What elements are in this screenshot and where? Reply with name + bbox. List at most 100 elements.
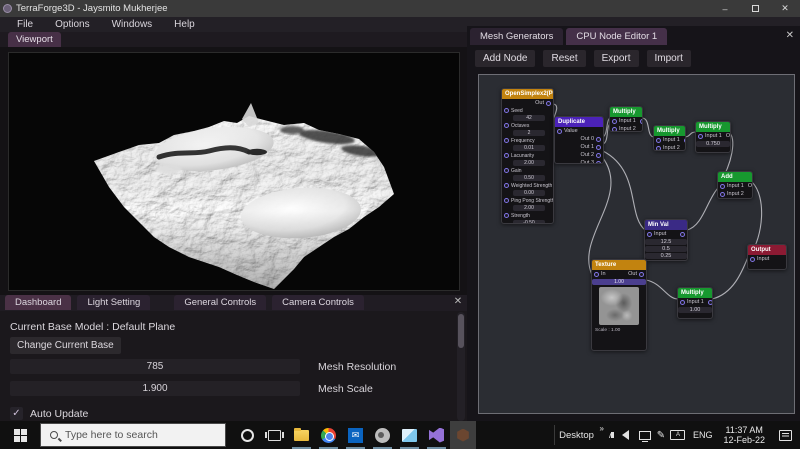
import-button[interactable]: Import bbox=[646, 50, 691, 67]
mail-button[interactable]: ✉ bbox=[342, 421, 369, 449]
chrome-button[interactable] bbox=[315, 421, 342, 449]
dashboard-close-icon[interactable]: ✕ bbox=[451, 296, 465, 307]
output-pin[interactable] bbox=[546, 100, 551, 106]
output-pin[interactable] bbox=[596, 152, 601, 158]
desktop-toolbar-label[interactable]: Desktop» bbox=[559, 424, 604, 441]
input-pin[interactable] bbox=[698, 133, 703, 139]
output-pin[interactable] bbox=[596, 144, 601, 150]
title-bar[interactable]: TerraForge3D - Jaysmito Mukherjee – ✕ bbox=[0, 0, 800, 17]
input-pin[interactable] bbox=[504, 198, 509, 203]
node-output-header[interactable]: Output bbox=[748, 245, 786, 255]
node-noise-header[interactable]: OpenSimplex2(Perlin) bbox=[502, 89, 553, 99]
input-pin[interactable] bbox=[647, 231, 652, 237]
input-pin[interactable] bbox=[612, 126, 617, 131]
node-multiply-header[interactable]: Multiply bbox=[610, 107, 642, 117]
input-pin[interactable] bbox=[750, 256, 755, 262]
node-multiply-2[interactable]: Multiply Input 1 Input 2 bbox=[653, 125, 686, 151]
input-pin[interactable] bbox=[656, 145, 661, 150]
dashboard-scrollbar[interactable] bbox=[457, 312, 465, 421]
node-texture[interactable]: Texture In Out 1.00 Scale : 1.00 bbox=[591, 259, 647, 351]
param-value[interactable]: 2.00 bbox=[513, 160, 545, 166]
node-min-val-header[interactable]: Min Val bbox=[645, 220, 687, 230]
action-center-icon[interactable] bbox=[779, 429, 792, 441]
output-pin[interactable] bbox=[596, 136, 601, 142]
viewport-3d-canvas[interactable] bbox=[8, 52, 460, 291]
terraforge3d-taskbar-button[interactable] bbox=[450, 421, 476, 449]
min-val-value[interactable]: 0.25 bbox=[645, 253, 687, 259]
output-pin[interactable] bbox=[680, 231, 685, 237]
mesh-resolution-input[interactable]: 785 bbox=[10, 359, 300, 374]
reset-button[interactable]: Reset bbox=[543, 50, 586, 67]
output-pin[interactable] bbox=[596, 160, 601, 163]
texture-value[interactable]: 1.00 bbox=[592, 279, 646, 285]
menu-windows[interactable]: Windows bbox=[103, 18, 162, 31]
multiply-value[interactable]: 1.00 bbox=[678, 307, 712, 313]
input-pin[interactable] bbox=[594, 271, 599, 277]
clock[interactable]: 11:37 AM 12-Feb-22 bbox=[717, 425, 771, 445]
node-output[interactable]: Output Input bbox=[747, 244, 787, 270]
param-value[interactable]: 0.50 bbox=[513, 175, 545, 181]
multiply-value[interactable]: 0.750 bbox=[696, 141, 730, 147]
tab-camera-controls[interactable]: Camera Controls bbox=[272, 295, 364, 310]
task-view-button[interactable] bbox=[261, 421, 288, 449]
param-value[interactable]: 2.00 bbox=[513, 205, 545, 211]
input-pin[interactable] bbox=[504, 123, 509, 128]
paint3d-button[interactable] bbox=[396, 421, 423, 449]
input-pin[interactable] bbox=[504, 183, 509, 188]
node-min-val[interactable]: Min Val Input 12.5 0.5 0.25 bbox=[644, 219, 688, 261]
input-pin[interactable] bbox=[557, 128, 562, 134]
node-duplicate-header[interactable]: Duplicate bbox=[555, 117, 603, 127]
node-multiply-1[interactable]: Multiply Input 1 Input 2 bbox=[609, 106, 643, 132]
tab-dashboard[interactable]: Dashboard bbox=[5, 295, 72, 310]
auto-update-checkbox[interactable]: ✓ bbox=[10, 407, 23, 420]
steam-button[interactable] bbox=[369, 421, 396, 449]
maximize-button[interactable] bbox=[740, 0, 770, 17]
network-button[interactable] bbox=[636, 421, 654, 449]
node-editor-close-icon[interactable]: ✕ bbox=[786, 30, 794, 41]
volume-button[interactable] bbox=[610, 421, 636, 449]
input-pin[interactable] bbox=[612, 118, 617, 124]
input-pin[interactable] bbox=[720, 191, 725, 197]
taskbar-search-input[interactable]: Type here to search bbox=[40, 423, 226, 447]
node-texture-header[interactable]: Texture bbox=[592, 260, 646, 270]
overflow-chevron-icon[interactable]: » bbox=[600, 424, 604, 433]
param-value[interactable]: 0.01 bbox=[513, 145, 545, 151]
scrollbar-thumb[interactable] bbox=[458, 314, 464, 348]
node-noise[interactable]: OpenSimplex2(Perlin) Out Seed 42 Octaves… bbox=[501, 88, 554, 224]
export-button[interactable]: Export bbox=[593, 50, 639, 67]
menu-file[interactable]: File bbox=[8, 18, 42, 31]
input-pin[interactable] bbox=[504, 108, 509, 113]
cortana-button[interactable] bbox=[234, 421, 261, 449]
node-graph-canvas[interactable]: OpenSimplex2(Perlin) Out Seed 42 Octaves… bbox=[478, 74, 795, 414]
node-add[interactable]: Add Input 1Out Input 2 bbox=[717, 171, 753, 199]
tab-light-setting[interactable]: Light Setting bbox=[77, 295, 151, 310]
node-multiply-3[interactable]: Multiply Input 1Out 0.750 bbox=[695, 121, 731, 153]
file-explorer-button[interactable] bbox=[288, 421, 315, 449]
mesh-scale-input[interactable]: 1.900 bbox=[10, 381, 300, 396]
tab-general-controls[interactable]: General Controls bbox=[174, 295, 267, 310]
input-pin[interactable] bbox=[504, 153, 509, 158]
min-val-value[interactable]: 0.5 bbox=[645, 246, 687, 252]
menu-options[interactable]: Options bbox=[46, 18, 98, 31]
input-pin[interactable] bbox=[656, 137, 661, 143]
menu-help[interactable]: Help bbox=[165, 18, 204, 31]
ime-button[interactable]: A bbox=[668, 421, 688, 449]
visual-studio-button[interactable] bbox=[423, 421, 450, 449]
pen-settings-button[interactable]: ✎ bbox=[654, 430, 668, 441]
output-pin[interactable] bbox=[639, 118, 642, 124]
input-pin[interactable] bbox=[504, 138, 509, 143]
param-value[interactable]: 42 bbox=[513, 115, 545, 121]
param-value[interactable]: -0.50 bbox=[513, 220, 545, 223]
param-value[interactable]: 2 bbox=[513, 130, 545, 136]
node-multiply-header[interactable]: Multiply bbox=[654, 126, 685, 136]
output-pin[interactable] bbox=[639, 271, 644, 277]
node-add-header[interactable]: Add bbox=[718, 172, 752, 182]
node-duplicate[interactable]: Duplicate Value Out 0 Out 1 Out 2 Out 3 bbox=[554, 116, 604, 164]
input-pin[interactable] bbox=[504, 213, 509, 218]
change-current-base-button[interactable]: Change Current Base bbox=[10, 337, 121, 354]
close-button[interactable]: ✕ bbox=[770, 0, 800, 17]
add-node-button[interactable]: Add Node bbox=[475, 50, 536, 67]
min-val-value[interactable]: 12.5 bbox=[645, 239, 687, 245]
input-pin[interactable] bbox=[680, 299, 685, 305]
param-value[interactable]: 0.00 bbox=[513, 190, 545, 196]
